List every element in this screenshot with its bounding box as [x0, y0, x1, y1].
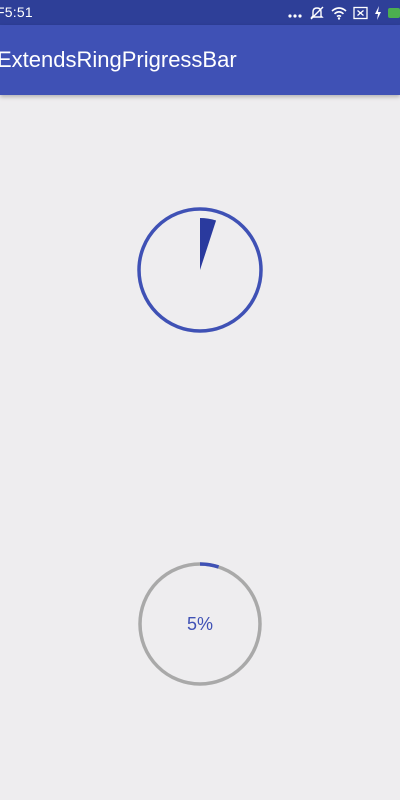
wifi-icon	[331, 6, 347, 20]
content-area: 5%	[0, 95, 400, 800]
progress-pie-slice	[200, 218, 217, 270]
progress-ring: 5%	[135, 559, 265, 689]
progress-ring-label: 5%	[186, 614, 213, 634]
charging-icon	[374, 6, 382, 20]
status-icons	[287, 3, 400, 23]
app-bar: ExtendsRingPrigressBar	[0, 25, 400, 95]
status-bar: F5:51	[0, 0, 400, 25]
status-time: F5:51	[0, 4, 33, 20]
app-title: ExtendsRingPrigressBar	[0, 47, 237, 72]
more-dots-icon	[287, 6, 303, 20]
battery-icon	[388, 6, 400, 20]
close-box-icon	[353, 6, 368, 20]
mute-icon	[309, 5, 325, 21]
progress-pie	[135, 205, 265, 335]
